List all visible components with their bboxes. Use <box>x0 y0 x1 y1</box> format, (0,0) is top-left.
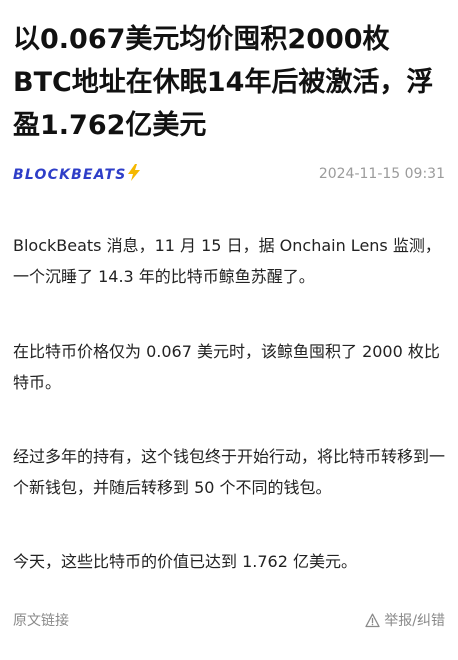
lightning-bolt-icon <box>128 164 141 185</box>
report-label: 举报/纠错 <box>384 613 445 629</box>
source-logo[interactable]: BLOCKBEATS <box>13 164 141 185</box>
report-button[interactable]: 举报/纠错 <box>365 610 445 630</box>
article-meta: BLOCKBEATS 2024-11-15 09:31 <box>13 160 445 188</box>
publish-date: 2024-11-15 09:31 <box>318 166 445 182</box>
source-link[interactable]: 原文链接 <box>13 610 69 630</box>
article-view: 以0.067美元均价囤积2000枚BTC地址在休眠14年后被激活，浮盈1.762… <box>0 0 458 660</box>
article-paragraph: 今天，这些比特币的价值已达到 1.762 亿美元。 <box>13 552 357 571</box>
article-paragraph: BlockBeats 消息，11 月 15 日，据 Onchain Lens 监… <box>13 236 441 286</box>
article-title: 以0.067美元均价囤积2000枚BTC地址在休眠14年后被激活，浮盈1.762… <box>13 24 434 141</box>
article-footer: 原文链接 举报/纠错 <box>13 608 445 632</box>
warning-triangle-icon <box>365 613 380 628</box>
article-paragraph: 经过多年的持有，这个钱包终于开始行动，将比特币转移到一个新钱包，并随后转移到 5… <box>13 447 446 497</box>
source-name: BLOCKBEATS <box>13 166 127 183</box>
article-paragraph: 在比特币价格仅为 0.067 美元时，该鲸鱼囤积了 2000 枚比特币。 <box>13 342 440 392</box>
